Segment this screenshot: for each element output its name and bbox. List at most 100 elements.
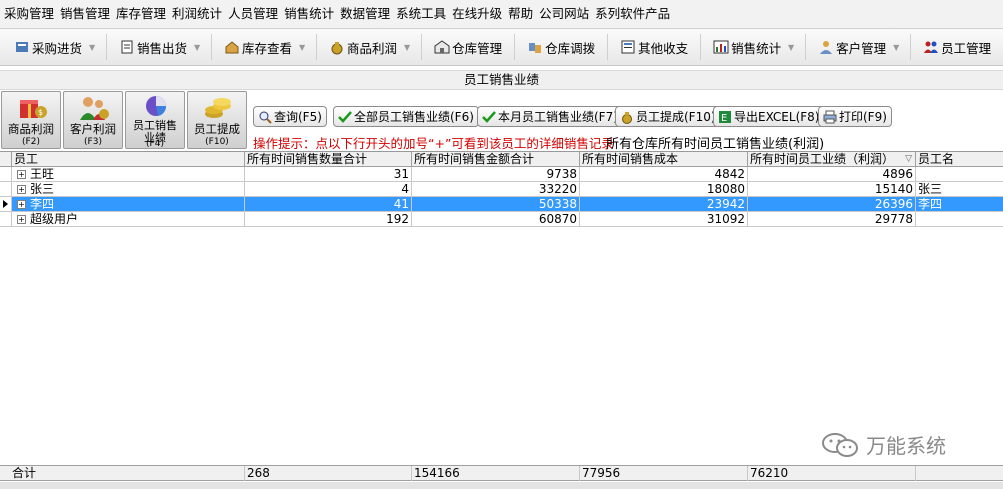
toolbar-sales-stats-button[interactable]: 销售统计 <box>709 33 785 61</box>
chevron-icon[interactable]: ▼ <box>191 34 203 60</box>
menu-products[interactable]: 系列软件产品 <box>593 0 674 28</box>
search-icon <box>259 111 272 124</box>
menu-profit[interactable]: 利润统计 <box>170 0 226 28</box>
row-indicator <box>0 182 12 197</box>
profit-cell: 26396 <box>748 197 916 212</box>
menu-purchase[interactable]: 采购管理 <box>2 0 58 28</box>
menu-upgrade[interactable]: 在线升级 <box>450 0 506 28</box>
toolbar-label: 仓库管理 <box>452 40 503 56</box>
footer-label: 合计 <box>0 466 245 481</box>
toolbar-divider <box>607 34 609 60</box>
sales-grid[interactable]: 员工 所有时间销售数量合计 所有时间销售金额合计 所有时间销售成本 所有时间员工… <box>0 151 1003 464</box>
pie-chart-icon <box>146 96 167 116</box>
this-month-button[interactable]: 本月员工销售业绩(F7) <box>477 106 623 127</box>
expand-icon[interactable]: + <box>17 185 26 194</box>
menu-bar: 采购管理 销售管理 库存管理 利润统计 人员管理 销售统计 数据管理 系统工具 … <box>0 0 1003 28</box>
table-row[interactable]: + 张三 4 33220 18080 15140 张三 <box>0 182 1003 197</box>
footer-amount: 154166 <box>412 466 580 481</box>
grid-header: 员工 所有时间销售数量合计 所有时间销售金额合计 所有时间销售成本 所有时间员工… <box>0 152 1003 167</box>
gift-money-icon: $ <box>20 100 47 118</box>
col-header-qty[interactable]: 所有时间销售数量合计 <box>245 152 412 167</box>
chevron-icon[interactable]: ▼ <box>785 34 797 60</box>
profit-cell: 4896 <box>748 167 916 182</box>
money-bag-icon <box>622 111 632 124</box>
toolbar-employee-button[interactable]: 员工管理 <box>919 33 995 61</box>
menu-sales[interactable]: 销售管理 <box>58 0 114 28</box>
col-header-staff[interactable]: 员工名 <box>916 152 1003 167</box>
profit-cell: 29778 <box>748 212 916 227</box>
indicator-header <box>0 152 12 167</box>
amount-cell: 9738 <box>412 167 580 182</box>
employee-sales-big-button[interactable]: 员工销售 业绩 (F4) <box>125 91 185 149</box>
product-profit-big-button[interactable]: $ 商品利润 (F2) <box>1 91 61 149</box>
toolbar-customer-button[interactable]: 客户管理 <box>814 33 890 61</box>
qty-cell: 4 <box>245 182 412 197</box>
toolbar-warehouse-button[interactable]: 仓库管理 <box>430 33 506 61</box>
money-bag-icon <box>331 42 343 55</box>
employee-cell: + 超级用户 <box>12 212 245 227</box>
print-button[interactable]: 打印(F9) <box>818 106 892 127</box>
chevron-icon[interactable]: ▼ <box>401 34 413 60</box>
query-button[interactable]: 查询(F5) <box>253 106 327 127</box>
footer-staff <box>916 466 1003 481</box>
row-indicator <box>0 212 12 227</box>
staff-cell <box>916 167 1003 182</box>
commission-button[interactable]: 员工提成(F10) <box>615 106 721 127</box>
employee-commission-big-button[interactable]: 员工提成 (F10) <box>187 91 247 149</box>
checkmark-icon <box>482 110 496 123</box>
col-header-employee[interactable]: 员工 <box>12 152 245 167</box>
table-row-selected[interactable]: + 李四 41 50338 23942 26396 李四 <box>0 197 1003 212</box>
col-header-profit[interactable]: 所有时间员工业绩（利润） ▽ <box>748 152 916 167</box>
menu-data[interactable]: 数据管理 <box>338 0 394 28</box>
toolbar-inventory-button[interactable]: 库存查看 <box>220 33 296 61</box>
toolbar-purchase-button[interactable]: 采购进货 <box>10 33 86 61</box>
toolbar-product-profit-button[interactable]: 商品利润 <box>325 33 401 61</box>
expand-icon[interactable]: + <box>17 200 26 209</box>
chevron-icon[interactable]: ▼ <box>86 34 98 60</box>
watermark-text: 万能系统 <box>866 434 946 458</box>
expand-icon[interactable]: + <box>17 215 26 224</box>
menu-website[interactable]: 公司网站 <box>537 0 593 28</box>
all-employees-button-label: 全部员工销售业绩(F6) <box>354 110 474 124</box>
col-header-amount[interactable]: 所有时间销售金额合计 <box>412 152 580 167</box>
toolbar-sales-button[interactable]: 销售出货 <box>115 33 191 61</box>
this-month-button-label: 本月员工销售业绩(F7) <box>498 110 618 124</box>
toolbar-transfer-button[interactable]: 仓库调拨 <box>523 33 599 61</box>
menu-help[interactable]: 帮助 <box>506 0 537 28</box>
menu-inventory[interactable]: 库存管理 <box>114 0 170 28</box>
customer-profit-big-button[interactable]: 客户利润 (F3) <box>63 91 123 149</box>
menu-staff[interactable]: 人员管理 <box>226 0 282 28</box>
big-button-key: (F4) <box>146 139 164 149</box>
employee-cell: + 王旺 <box>12 167 245 182</box>
current-row-icon <box>3 200 8 208</box>
customer-icon <box>820 41 833 54</box>
sales-icon <box>121 40 133 54</box>
table-row[interactable]: + 超级用户 192 60870 31092 29778 <box>0 212 1003 227</box>
coins-icon <box>205 98 231 118</box>
toolbar-divider <box>211 34 213 60</box>
staff-cell: 张三 <box>916 182 1003 197</box>
expand-icon[interactable]: + <box>17 170 26 179</box>
big-button-label: 客户利润 <box>70 122 116 136</box>
menu-sales-stats[interactable]: 销售统计 <box>282 0 338 28</box>
warehouse-icon <box>434 40 450 54</box>
toolbar-label: 员工管理 <box>941 40 992 56</box>
export-excel-button[interactable]: E 导出EXCEL(F8) <box>713 106 825 127</box>
report-subtitle: 所有仓库所有时间员工销售业绩(利润) <box>606 137 825 152</box>
menu-tools[interactable]: 系统工具 <box>394 0 450 28</box>
employee-name: 李四 <box>30 197 55 211</box>
chevron-icon[interactable]: ▼ <box>296 34 308 60</box>
watermark: 万能系统 <box>820 430 946 459</box>
toolbar-label: 商品利润 <box>347 40 398 56</box>
amount-cell: 33220 <box>412 182 580 197</box>
toolbar-divider <box>421 34 423 60</box>
table-row[interactable]: + 王旺 31 9738 4842 4896 <box>0 167 1003 182</box>
toolbar-other-income-button[interactable]: 其他收支 <box>616 33 692 61</box>
big-button-key: (F3) <box>84 137 102 147</box>
big-button-key: (F2) <box>22 137 40 147</box>
toolbar-label: 客户管理 <box>836 40 887 56</box>
col-header-cost[interactable]: 所有时间销售成本 <box>580 152 748 167</box>
big-button-key: (F10) <box>205 137 229 147</box>
all-employees-button[interactable]: 全部员工销售业绩(F6) <box>333 106 479 127</box>
chevron-icon[interactable]: ▼ <box>890 34 902 60</box>
